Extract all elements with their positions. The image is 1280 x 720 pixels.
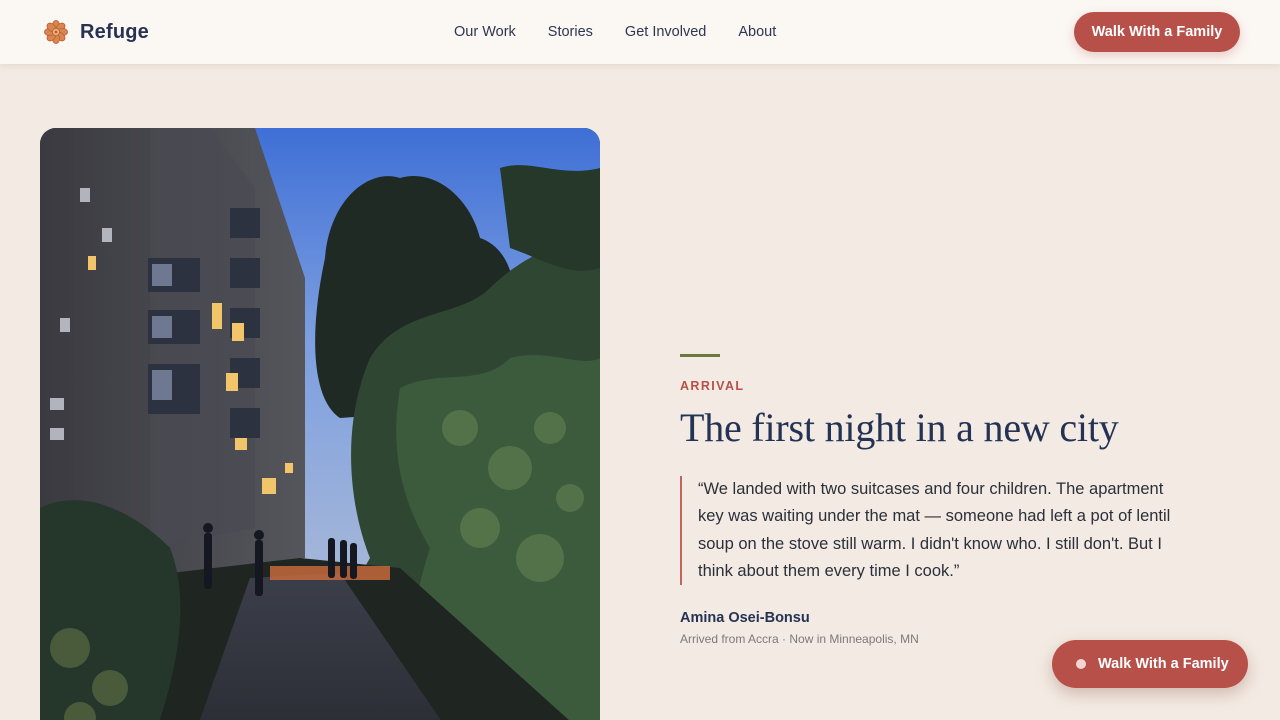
- evening-courtyard-image: [40, 128, 600, 720]
- quote-author-name: Amina Osei-Bonsu: [680, 610, 810, 626]
- quote-author-meta: Arrived from Accra · Now in Minneapolis,…: [680, 632, 919, 646]
- story-photo: [40, 128, 600, 720]
- walk-with-family-button[interactable]: Walk With a Family: [1074, 12, 1240, 52]
- brand-name: Refuge: [80, 20, 149, 43]
- story-eyebrow: ARRIVAL: [680, 379, 745, 393]
- nav-link-our-work[interactable]: Our Work: [454, 23, 516, 41]
- site-header: Refuge Our Work Stories Get Involved Abo…: [0, 0, 1280, 64]
- nav-link-get-involved[interactable]: Get Involved: [625, 23, 706, 41]
- eyebrow-accent-line: [680, 354, 720, 357]
- floating-walk-with-family-button[interactable]: Walk With a Family: [1052, 640, 1248, 688]
- floating-cta-label: Walk With a Family: [1098, 656, 1229, 672]
- nav-link-about[interactable]: About: [738, 23, 776, 41]
- nav-link-stories[interactable]: Stories: [548, 23, 593, 41]
- dot-icon: [1076, 659, 1086, 669]
- flower-logo-icon: [44, 20, 68, 44]
- story-quote: “We landed with two suitcases and four c…: [680, 476, 1190, 586]
- story-title: The first night in a new city: [680, 405, 1119, 450]
- brand-logo-link[interactable]: Refuge: [44, 20, 149, 44]
- main-nav: Our Work Stories Get Involved About: [454, 23, 808, 41]
